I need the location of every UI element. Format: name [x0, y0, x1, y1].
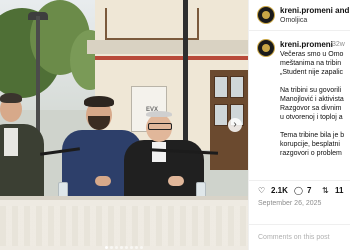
person-hand — [95, 176, 111, 186]
post-actions: ♡ 2.1K ◯ 7 ⇅ 11 — [249, 180, 350, 201]
comment-icon[interactable]: ◯ — [294, 186, 303, 195]
caption-line: u otvorenoj i toploj a — [280, 114, 343, 121]
caption-line: Manojlović i aktivista — [280, 96, 344, 103]
comments-area: Comments on this post — [249, 224, 350, 251]
building-stripe — [95, 56, 248, 60]
comments-hint: Comments on this post — [258, 234, 330, 241]
like-count[interactable]: 2.1K — [271, 186, 288, 195]
person-hair — [0, 93, 22, 103]
header-username[interactable]: kreni.promeni and — [280, 6, 349, 15]
carousel-dot[interactable] — [135, 246, 138, 249]
avatar[interactable] — [257, 39, 275, 57]
heart-icon[interactable]: ♡ — [258, 186, 265, 195]
person-hand — [168, 176, 184, 186]
caption-line: Razgovor sa divnim — [280, 105, 342, 112]
caption-line: Na tribini su govorili — [280, 87, 342, 94]
avatar[interactable] — [257, 6, 275, 24]
door-pane — [214, 104, 228, 126]
header-username-text[interactable]: kreni.promeni — [280, 6, 333, 15]
caption-line: Tema tribine bila je b — [280, 132, 345, 139]
carousel-dot[interactable] — [130, 246, 133, 249]
carousel-dot[interactable] — [120, 246, 123, 249]
carousel-dot[interactable] — [115, 246, 118, 249]
caption-line — [280, 77, 350, 86]
post-header: kreni.promeni and Omoljica — [249, 0, 350, 31]
caption-timestamp[interactable]: 32w — [332, 41, 345, 48]
caption-line: korupcije, besplatni — [280, 141, 340, 148]
person-glasses — [148, 123, 172, 130]
carousel-dot[interactable] — [110, 246, 113, 249]
repost-icon[interactable]: ⇅ — [322, 186, 329, 195]
carousel-dots — [0, 236, 248, 250]
comment-count[interactable]: 7 — [307, 186, 311, 195]
post-location[interactable]: Omoljica — [280, 17, 307, 24]
door-pane — [214, 76, 228, 98]
instagram-post-view: EVX › kreni.promeni and Omoljica kreni.p… — [0, 0, 350, 250]
post-date: September 26, 2025 — [258, 200, 322, 207]
caption-line: „Student nije zapalic — [280, 69, 344, 76]
post-side-panel: kreni.promeni and Omoljica kreni.promeni… — [248, 0, 350, 250]
post-photo[interactable]: EVX › — [0, 0, 248, 250]
caption-username[interactable]: kreni.promeni — [280, 40, 333, 49]
person-hair — [146, 111, 172, 117]
person-hair — [84, 96, 114, 107]
repost-count[interactable]: 11 — [335, 186, 343, 195]
street-lamp-post — [36, 16, 40, 146]
caption-line: razgovori o problem — [280, 150, 342, 157]
header-username-extra[interactable]: and — [335, 6, 349, 15]
carousel-dot[interactable] — [105, 246, 108, 249]
carousel-dot[interactable] — [125, 246, 128, 249]
building-roof — [87, 40, 248, 54]
caption-line: Večeras smo u Omo — [280, 51, 344, 58]
caption-line — [280, 122, 350, 131]
door-pane — [230, 76, 244, 98]
person-shirt — [4, 128, 18, 156]
table-cloth-edge — [0, 196, 248, 200]
carousel-dot[interactable] — [140, 246, 143, 249]
caption-text: Večeras smo u Omo meštanima na tribin „Stu… — [280, 50, 350, 158]
chevron-right-icon[interactable]: › — [228, 118, 242, 132]
caption-line: meštanima na tribin — [280, 60, 342, 67]
